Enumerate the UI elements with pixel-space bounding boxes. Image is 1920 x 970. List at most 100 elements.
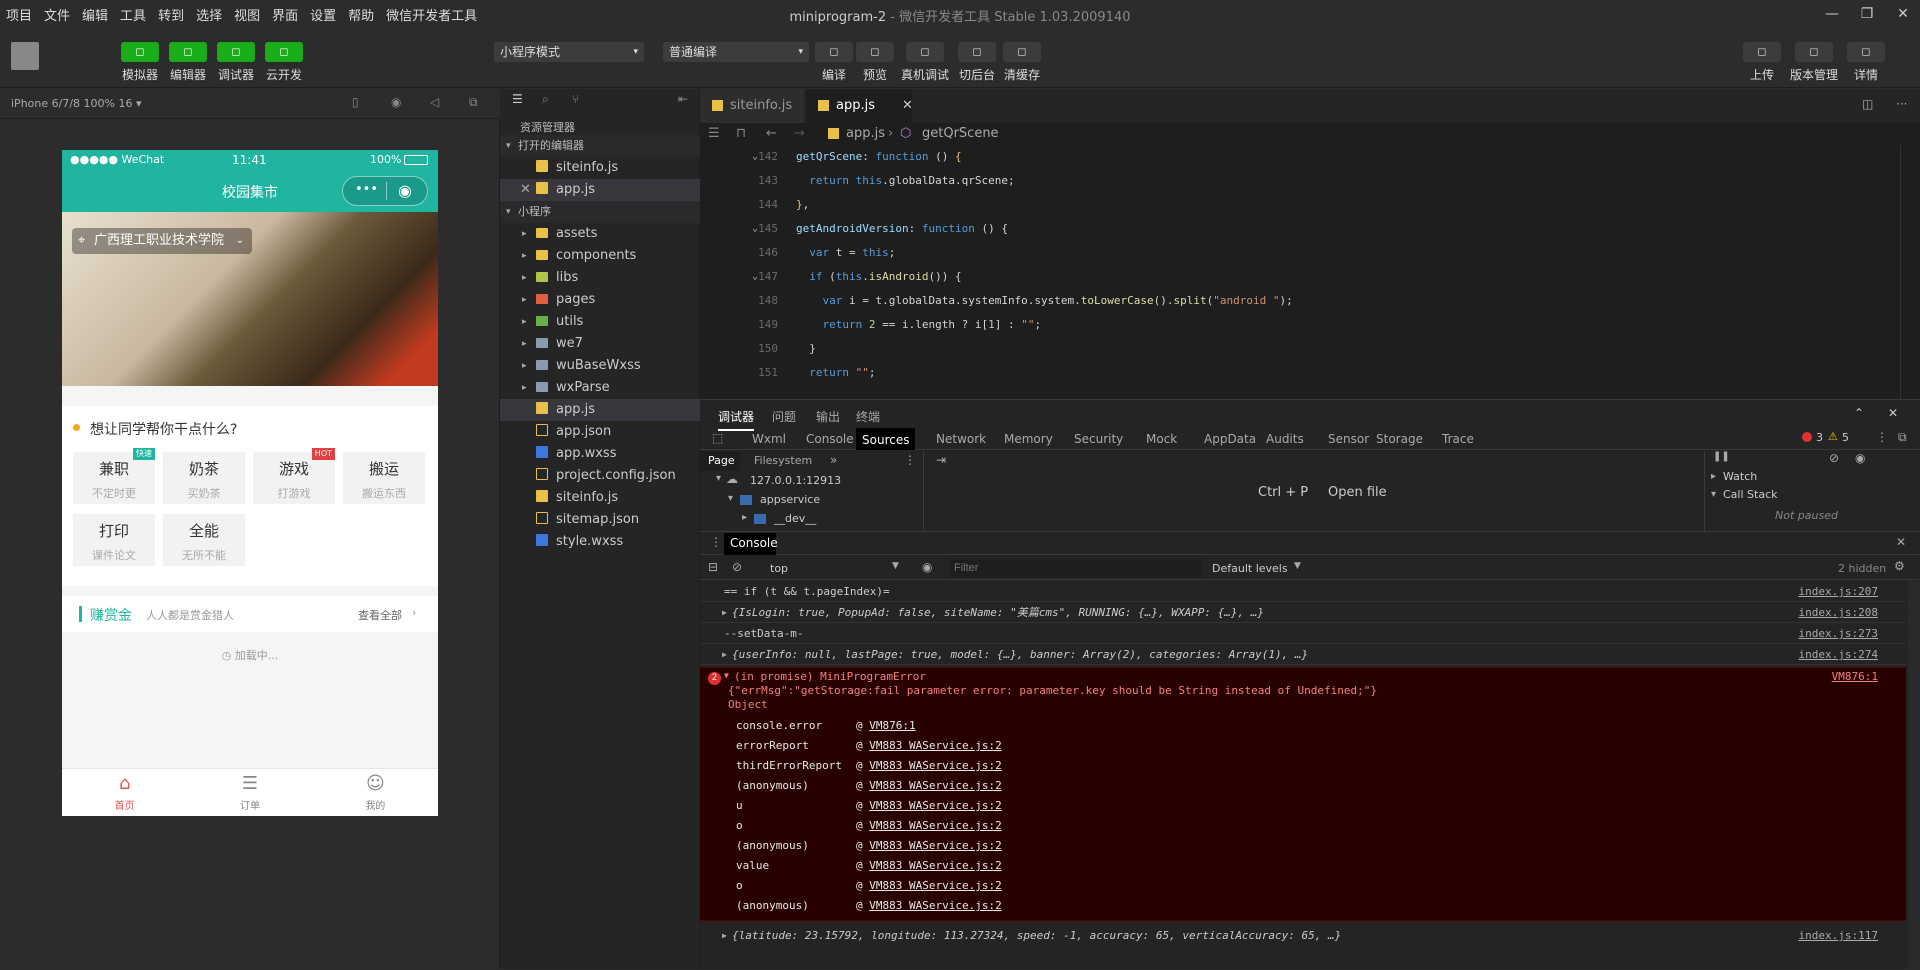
menu-item[interactable]: 微信开发者工具	[380, 5, 483, 24]
close-drawer-icon[interactable]: ✕	[1896, 535, 1906, 549]
stack-frame[interactable]: (anonymous) @ VM883 WAService.js:2	[736, 776, 1002, 796]
devtools-panel-tab[interactable]: Security	[1074, 432, 1123, 446]
toolbar-menu-button[interactable]: ◻ 详情	[1840, 42, 1892, 83]
code-line[interactable]: 151 return "";	[700, 361, 1920, 385]
toolbar-code-button[interactable]: ◻ 编辑器	[164, 42, 212, 83]
section-open-editors[interactable]: ▾ 打开的编辑器	[500, 135, 700, 157]
toolbar-cloud-button[interactable]: ◻ 云开发	[260, 42, 308, 83]
code-line[interactable]: 142 ⌄ getQrScene: function () {	[700, 145, 1920, 169]
more-tabs-icon[interactable]: »	[830, 453, 837, 467]
frame-location[interactable]: VM883 WAService.js:2	[869, 859, 1001, 872]
appservice-node[interactable]: appservice	[760, 493, 820, 506]
breadcrumb-symbol[interactable]: getQrScene	[922, 123, 999, 145]
toolbar-branch-button[interactable]: ◻ 版本管理	[1788, 42, 1840, 83]
devtools-panel-tab[interactable]: AppData	[1204, 432, 1256, 446]
service-cell[interactable]: 兼职 不定时更 快速	[73, 448, 155, 504]
toggle-navigator-icon[interactable]: ⇥	[936, 453, 946, 467]
frame-location[interactable]: VM876:1	[869, 719, 915, 732]
devtools-top-tab[interactable]: 输出	[816, 408, 840, 425]
editor-tab[interactable]: app.js ✕	[806, 89, 913, 123]
folder-item[interactable]: ▸ components	[500, 245, 700, 267]
frame-location[interactable]: VM883 WAService.js:2	[869, 879, 1001, 892]
host-node[interactable]: 127.0.0.1:12913	[750, 474, 841, 487]
clear-console-icon[interactable]: ⊘	[732, 560, 742, 574]
frame-location[interactable]: VM883 WAService.js:2	[869, 799, 1001, 812]
devtools-panel-tab[interactable]: Memory	[1004, 432, 1053, 446]
sound-icon[interactable]: ◁	[430, 95, 439, 109]
stack-frame[interactable]: console.error @ VM876:1	[736, 716, 916, 736]
console-message[interactable]: == if (t && t.pageIndex)= index.js:207	[700, 581, 1906, 602]
devtools-panel-tab[interactable]: Audits	[1266, 432, 1304, 446]
toolbar-switch-button[interactable]: ◻ 切后台	[952, 42, 1002, 83]
menu-item[interactable]: 帮助	[342, 5, 380, 24]
file-item[interactable]: app.json	[500, 421, 700, 443]
levels-select[interactable]: Default levels	[1212, 562, 1288, 575]
frame-location[interactable]: VM883 WAService.js:2	[869, 739, 1001, 752]
split-editor-icon[interactable]: ◫	[1862, 97, 1873, 111]
folder-item[interactable]: ▸ libs	[500, 267, 700, 289]
devtools-panel-tab[interactable]: Trace	[1442, 432, 1474, 446]
editor-tab[interactable]: siteinfo.js	[700, 89, 804, 123]
menu-item[interactable]: 设置	[304, 5, 342, 24]
compile-select[interactable]: 普通编译 ▾	[663, 42, 809, 62]
mode-select[interactable]: 小程序模式 ▾	[494, 42, 644, 62]
toolbar-phone-button[interactable]: ◻ 模拟器	[116, 42, 164, 83]
devtools-panel-tab[interactable]: Sources	[856, 428, 916, 450]
context-select[interactable]: top	[770, 562, 788, 575]
service-cell[interactable]: 游戏 打游戏 HOT	[253, 448, 335, 504]
toolbar-debug-button[interactable]: ◻ 调试器	[212, 42, 260, 83]
tab-console[interactable]: Console	[730, 536, 778, 550]
stack-frame[interactable]: o @ VM883 WAService.js:2	[736, 816, 1002, 836]
stack-frame[interactable]: o @ VM883 WAService.js:2	[736, 876, 1002, 896]
tab-filesystem[interactable]: Filesystem	[754, 454, 812, 467]
open-editor-item[interactable]: ✕ app.js	[500, 179, 700, 201]
file-item[interactable]: app.wxss	[500, 443, 700, 465]
collapse-arrow-icon[interactable]: ▼	[724, 671, 729, 680]
error-message[interactable]: 2 ▼ (in promise) MiniProgramError VM876:1 {"…	[700, 667, 1906, 921]
menu-item[interactable]: 转到	[152, 5, 190, 24]
collapse-panel-icon[interactable]: ⇤	[678, 92, 688, 106]
devtools-top-tab[interactable]: 终端	[856, 408, 880, 425]
stack-frame[interactable]: (anonymous) @ VM883 WAService.js:2	[736, 896, 1002, 916]
service-cell[interactable]: 搬运 搬运东西	[343, 452, 425, 504]
close-tab-icon[interactable]: ✕	[902, 89, 913, 123]
breadcrumb-file[interactable]: app.js	[846, 123, 885, 145]
search-icon[interactable]: ⌕	[542, 92, 549, 107]
frame-location[interactable]: VM883 WAService.js:2	[869, 819, 1001, 832]
banner-image[interactable]: ⌖ 广西理工职业技术学院 ⌄	[62, 212, 438, 386]
location-pin[interactable]: ⌖ 广西理工职业技术学院 ⌄	[72, 228, 253, 254]
file-item[interactable]: app.js	[500, 399, 700, 421]
view-all-link[interactable]: 查看全部	[358, 607, 402, 623]
sidebar-toggle-icon[interactable]: ⊟	[708, 560, 718, 574]
code-area[interactable]: 142 ⌄ getQrScene: function () {143 return …	[700, 145, 1920, 399]
filter-input[interactable]	[950, 559, 1202, 577]
user-avatar[interactable]	[11, 42, 39, 70]
source-link[interactable]: index.js:117	[1799, 925, 1878, 946]
close-icon[interactable]: ✕	[520, 179, 531, 201]
pause-icon[interactable]: ❚❚	[1713, 451, 1730, 462]
error-count[interactable]: 3	[1816, 431, 1823, 444]
service-cell[interactable]: 全能 无所不能	[163, 514, 245, 566]
more-dots-icon[interactable]: •••	[355, 182, 378, 197]
expand-arrow-icon[interactable]: ▶	[722, 925, 727, 946]
inspect-icon[interactable]: ⬚	[712, 431, 723, 445]
devtools-panel-tab[interactable]: Storage	[1376, 432, 1423, 446]
close-devtools-icon[interactable]: ✕	[1888, 406, 1898, 420]
toolbar-eye-button[interactable]: ◻ 预览	[855, 42, 895, 83]
console-scrollbar[interactable]	[1908, 581, 1920, 970]
frame-location[interactable]: VM883 WAService.js:2	[869, 839, 1001, 852]
minimize-button[interactable]: —	[1822, 4, 1842, 24]
bookmark-icon[interactable]: ⊓	[736, 123, 746, 145]
toolbar-upload-button[interactable]: ◻ 上传	[1736, 42, 1788, 83]
menu-item[interactable]: 界面	[266, 5, 304, 24]
menu-capsule[interactable]: ••• ◉	[342, 176, 428, 206]
source-link[interactable]: index.js:273	[1799, 623, 1878, 644]
gear-icon[interactable]: ⚙	[1894, 559, 1905, 573]
file-item[interactable]: style.wxss	[500, 531, 700, 553]
source-link[interactable]: index.js:207	[1799, 581, 1878, 602]
tab-profile[interactable]: ☺ 我的	[313, 769, 438, 816]
folder-item[interactable]: ▸ pages	[500, 289, 700, 311]
source-link[interactable]: VM876:1	[1832, 670, 1878, 683]
frame-location[interactable]: VM883 WAService.js:2	[869, 759, 1001, 772]
folder-item[interactable]: ▸ assets	[500, 223, 700, 245]
